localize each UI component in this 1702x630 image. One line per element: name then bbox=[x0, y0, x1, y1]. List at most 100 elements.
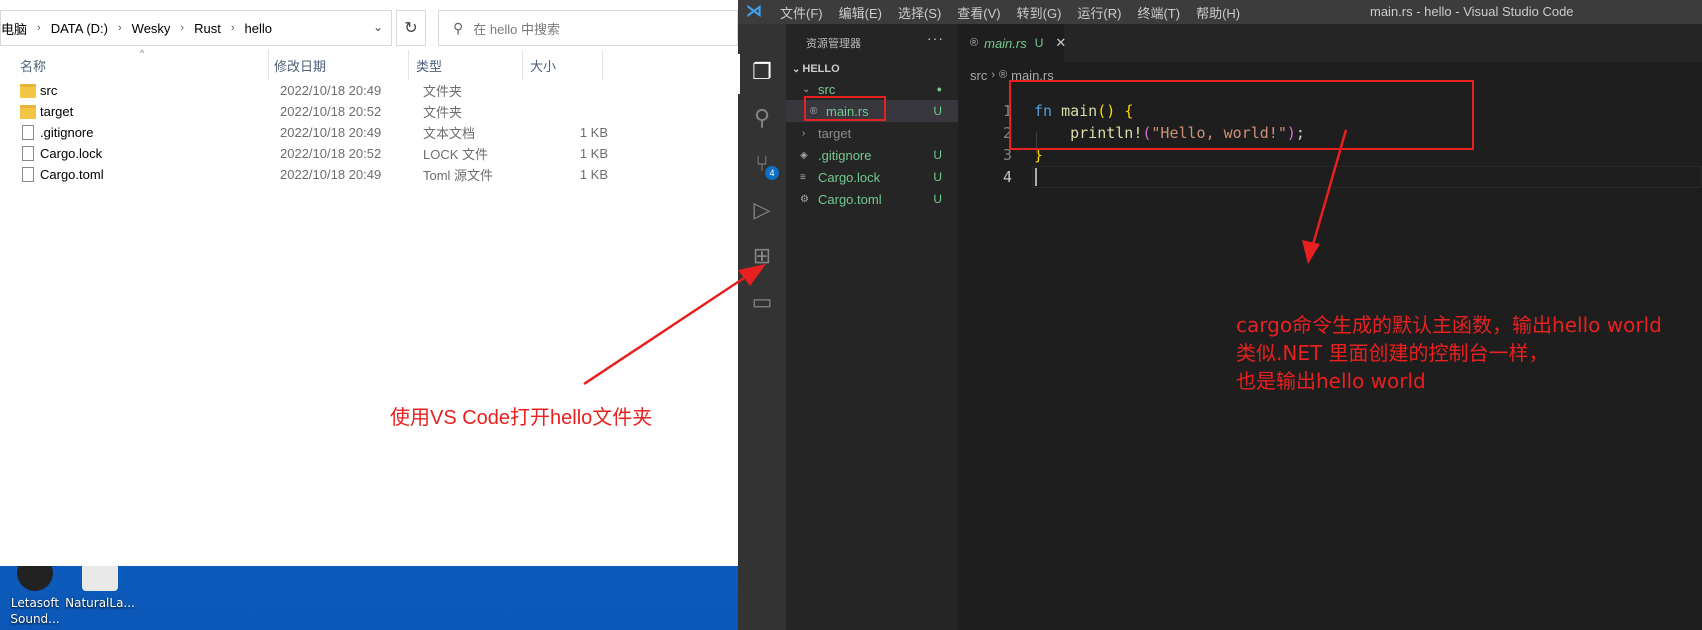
sidebar-title: 资源管理器 bbox=[806, 38, 861, 50]
text-file-icon bbox=[22, 125, 34, 140]
menu-selection[interactable]: 选择(S) bbox=[898, 3, 941, 22]
file-date: 2022/10/18 20:52 bbox=[280, 146, 382, 161]
workspace-name: HELLO bbox=[802, 63, 840, 75]
column-divider[interactable] bbox=[602, 50, 603, 80]
untracked-status: U bbox=[933, 148, 942, 162]
column-divider[interactable] bbox=[522, 50, 523, 80]
folder-icon bbox=[20, 104, 36, 119]
chevron-right-icon[interactable]: › bbox=[227, 22, 239, 34]
file-name: src bbox=[40, 83, 58, 98]
file-icon bbox=[22, 167, 34, 182]
breadcrumb-item[interactable]: Wesky bbox=[126, 21, 177, 36]
chevron-down-icon: ⌄ bbox=[792, 64, 801, 75]
column-header-size[interactable]: 大小 bbox=[524, 50, 602, 80]
tree-item-cargo-toml[interactable]: ⚙ Cargo.toml U bbox=[786, 188, 958, 210]
chevron-right-icon[interactable]: › bbox=[176, 22, 188, 34]
file-name: target bbox=[40, 104, 74, 119]
menu-run[interactable]: 运行(R) bbox=[1077, 3, 1121, 22]
file-name: Cargo.toml bbox=[40, 167, 104, 182]
file-explorer-window: 电脑 › DATA (D:) › Wesky › Rust › hello ⌄ … bbox=[0, 0, 738, 566]
column-header-date[interactable]: 修改日期 bbox=[268, 50, 406, 80]
breadcrumb-item[interactable]: Rust bbox=[188, 21, 227, 36]
annotation-code-note-line: cargo命令生成的默认主函数，输出hello world bbox=[1236, 313, 1662, 337]
explorer-files-icon[interactable]: ❐ bbox=[748, 58, 776, 86]
untracked-status: U bbox=[933, 104, 942, 118]
code-line-4[interactable]: 4 bbox=[958, 166, 1702, 188]
folder-icon bbox=[20, 83, 36, 98]
tab-label: main.rs bbox=[984, 35, 1027, 51]
file-date: 2022/10/18 20:49 bbox=[280, 83, 382, 98]
tree-item-label: Cargo.lock bbox=[818, 169, 881, 185]
tab-status: U bbox=[1034, 36, 1044, 50]
scm-badge: 4 bbox=[765, 166, 779, 180]
file-row-cargo-lock[interactable]: Cargo.lock 2022/10/18 20:52 LOCK 文件 1 KB bbox=[0, 143, 738, 164]
tree-item-label: .gitignore bbox=[818, 147, 872, 163]
breadcrumb-item[interactable]: DATA (D:) bbox=[45, 21, 114, 36]
tree-item-label: target bbox=[818, 125, 852, 141]
breadcrumb-item[interactable]: 电脑 bbox=[1, 19, 33, 38]
rust-file-icon: ® bbox=[999, 69, 1008, 81]
column-divider[interactable] bbox=[408, 50, 409, 80]
file-date: 2022/10/18 20:52 bbox=[280, 104, 382, 119]
tree-item-label: src bbox=[818, 81, 836, 97]
file-date: 2022/10/18 20:49 bbox=[280, 125, 382, 140]
menu-terminal[interactable]: 终端(T) bbox=[1137, 3, 1180, 22]
active-indicator bbox=[738, 54, 740, 94]
menu-view[interactable]: 查看(V) bbox=[957, 3, 1000, 22]
file-row-target[interactable]: target 2022/10/18 20:52 文件夹 bbox=[0, 101, 738, 122]
menu-help[interactable]: 帮助(H) bbox=[1196, 3, 1240, 22]
file-size: 1 KB bbox=[579, 125, 608, 140]
column-header-name[interactable]: 名称 bbox=[14, 50, 264, 80]
untracked-status: U bbox=[933, 192, 942, 206]
menu-edit[interactable]: 编辑(E) bbox=[839, 3, 882, 22]
tree-item-cargo-lock[interactable]: ≡ Cargo.lock U bbox=[786, 166, 958, 188]
gear-icon: ⚙ bbox=[800, 193, 809, 205]
tab-main-rs[interactable]: ® main.rs U ✕ bbox=[958, 24, 1066, 62]
annotation-code-note-line: 类似.NET 里面创建的控制台一样， bbox=[1236, 341, 1549, 365]
file-type: Toml 源文件 bbox=[423, 168, 494, 183]
file-size: 1 KB bbox=[579, 167, 608, 182]
breadcrumb-folder[interactable]: src bbox=[970, 68, 987, 83]
workspace-section-header[interactable]: ⌄ HELLO bbox=[792, 63, 840, 75]
tree-item-target[interactable]: › target bbox=[786, 122, 958, 144]
file-type: 文件夹 bbox=[423, 105, 463, 120]
line-number: 4 bbox=[1002, 168, 1012, 186]
tree-item-gitignore[interactable]: ◈ .gitignore U bbox=[786, 144, 958, 166]
desktop-icon-label: Sound... bbox=[10, 612, 60, 626]
file-row-cargo-toml[interactable]: Cargo.toml 2022/10/18 20:49 Toml 源文件 1 K… bbox=[0, 164, 738, 185]
modified-dot-icon: ● bbox=[936, 84, 942, 94]
menu-go[interactable]: 转到(G) bbox=[1017, 3, 1062, 22]
annotation-explorer-note: 使用VS Code打开hello文件夹 bbox=[390, 407, 653, 429]
chevron-down-icon: ⌄ bbox=[802, 83, 811, 95]
address-bar[interactable]: 电脑 › DATA (D:) › Wesky › Rust › hello ⌄ bbox=[0, 10, 392, 46]
chevron-right-icon[interactable]: › bbox=[33, 22, 45, 34]
column-header-type[interactable]: 类型 bbox=[410, 50, 522, 80]
file-type: LOCK 文件 bbox=[423, 147, 489, 162]
file-row-src[interactable]: src 2022/10/18 20:49 文件夹 bbox=[0, 80, 738, 101]
desktop-icon-label: NaturalLa... bbox=[65, 596, 135, 610]
refresh-button[interactable]: ↻ bbox=[396, 10, 426, 46]
menu-file[interactable]: 文件(F) bbox=[780, 3, 823, 22]
file-row-gitignore[interactable]: .gitignore 2022/10/18 20:49 文本文档 1 KB bbox=[0, 122, 738, 143]
chevron-right-icon: › bbox=[802, 127, 806, 139]
breadcrumb-item[interactable]: hello bbox=[239, 21, 278, 36]
remote-explorer-icon[interactable]: ▭ bbox=[748, 288, 776, 316]
chevron-down-icon[interactable]: ⌄ bbox=[373, 20, 383, 34]
chevron-right-icon: › bbox=[991, 69, 996, 81]
lock-file-icon: ≡ bbox=[800, 171, 806, 183]
file-date: 2022/10/18 20:49 bbox=[280, 167, 382, 182]
search-icon[interactable]: ⚲ bbox=[748, 104, 776, 132]
file-size: 1 KB bbox=[579, 146, 608, 161]
extensions-icon[interactable]: ⊞ bbox=[748, 242, 776, 270]
run-debug-icon[interactable]: ▷ bbox=[748, 196, 776, 224]
refresh-icon: ↻ bbox=[404, 20, 418, 37]
close-icon[interactable]: ✕ bbox=[1055, 35, 1066, 51]
file-name: Cargo.lock bbox=[40, 146, 103, 161]
file-icon bbox=[22, 146, 34, 161]
file-name: .gitignore bbox=[40, 125, 94, 140]
activity-bar: ❐ ⚲ ⑂ 4 ▷ ⊞ ▭ bbox=[738, 24, 786, 630]
vscode-logo-icon: ⋊ bbox=[746, 3, 762, 20]
chevron-right-icon[interactable]: › bbox=[114, 22, 126, 34]
more-actions-icon[interactable]: ··· bbox=[927, 30, 944, 46]
search-input[interactable]: ⚲ 在 hello 中搜索 bbox=[438, 10, 738, 46]
